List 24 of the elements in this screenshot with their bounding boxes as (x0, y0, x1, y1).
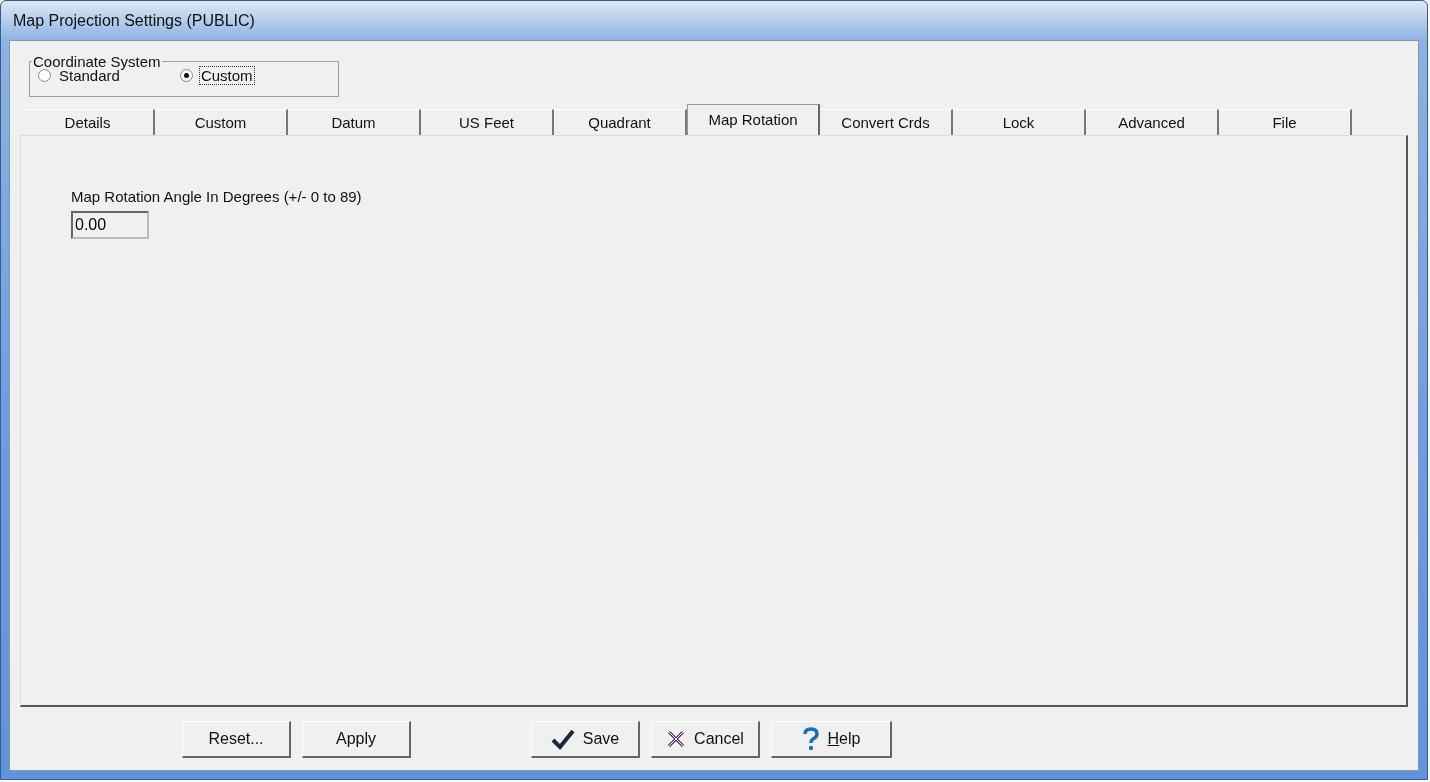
tab[interactable]: Advanced (1086, 109, 1219, 135)
group-label: Coordinate System (32, 53, 162, 70)
tab[interactable]: US Feet (421, 109, 554, 135)
dialog-button[interactable]: Reset... (182, 721, 291, 758)
dialog-button[interactable]: Help (771, 721, 892, 758)
tab[interactable]: Convert Crds (820, 109, 953, 135)
dialog-button[interactable]: Apply (302, 721, 411, 758)
question-mark-icon (801, 727, 820, 751)
radio-button[interactable] (179, 69, 193, 82)
tab[interactable]: Lock (953, 109, 1086, 135)
dialog-button[interactable]: Cancel (651, 721, 760, 758)
dialog-button[interactable]: Save (531, 721, 640, 758)
window-title: Map Projection Settings (PUBLIC) (13, 11, 255, 30)
input-field[interactable]: 0.00 (71, 211, 149, 239)
checkmark-icon (550, 728, 575, 750)
field-label: Map Rotation Angle In Degrees (+/- 0 to 89) (71, 188, 362, 205)
tab[interactable]: Map Rotation (687, 104, 820, 135)
tab[interactable]: Details (22, 109, 155, 135)
radio-button[interactable] (38, 69, 51, 82)
cross-icon (666, 729, 687, 749)
tab[interactable]: Datum (288, 109, 421, 135)
tab[interactable]: File (1219, 109, 1352, 135)
tab[interactable]: Quadrant (554, 109, 687, 135)
tab[interactable]: Custom (155, 109, 288, 135)
